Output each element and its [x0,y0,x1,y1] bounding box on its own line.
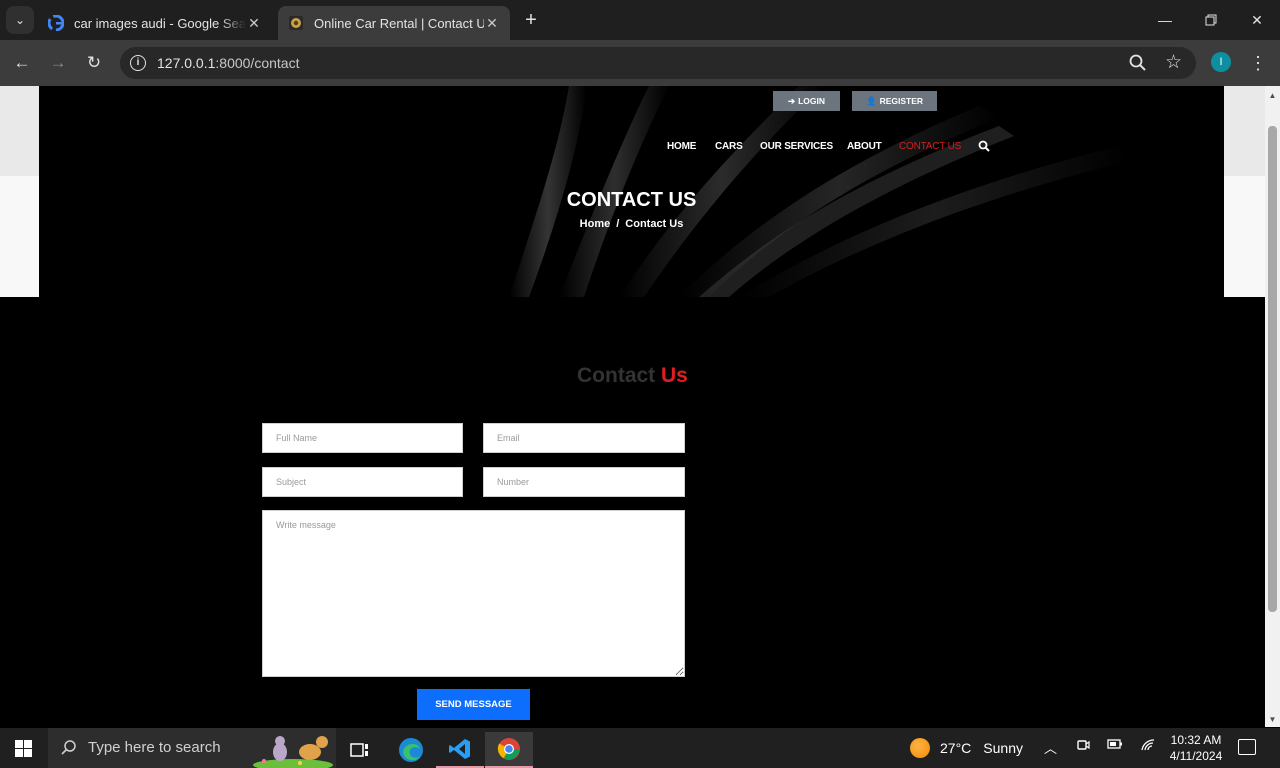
tab-contact-us[interactable]: Online Car Rental | Contact Us ✕ [278,6,510,40]
close-icon[interactable]: ✕ [484,15,500,32]
battery-icon[interactable] [1107,738,1123,753]
nav-contact-us[interactable]: CONTACT US [899,141,961,152]
weather-temperature: 27°C [940,740,972,756]
weather-widget[interactable]: 27°C Sunny [910,738,1023,758]
reload-button[interactable]: ↻ [80,49,108,77]
browser-toolbar: ← → ↻ i 127.0.0.1:8000/contact ☆ I ⋮ [0,40,1280,86]
subject-field[interactable] [262,467,463,497]
contact-section-title: Contact Us [577,364,688,388]
search-icon[interactable] [978,140,990,152]
vscode-icon[interactable] [436,732,484,768]
scroll-up-icon[interactable]: ▲ [1265,88,1280,103]
clock-time: 10:32 AM [1170,733,1222,747]
edge-browser-icon[interactable] [387,732,435,768]
title-word-contact: Contact [577,364,656,387]
url-text: 127.0.0.1:8000/contact [157,55,299,71]
login-button[interactable]: ➔ LOGIN [773,91,840,111]
bookmark-star-icon[interactable]: ☆ [1165,51,1182,74]
page-scrollbar[interactable]: ▲ ▼ [1265,86,1280,727]
google-icon [48,15,64,31]
search-highlight-art-icon [250,728,336,768]
address-bar[interactable]: i 127.0.0.1:8000/contact ☆ [120,47,1196,79]
site-info-icon[interactable]: i [130,55,146,71]
breadcrumb-separator: / [616,218,620,230]
hero-banner: ➔ LOGIN 👤 REGISTER HOME CARS OUR SERVICES … [39,86,1224,297]
browser-menu-icon[interactable]: ⋮ [1248,52,1268,74]
tab-search-button[interactable]: ⌄ [6,6,34,34]
register-button[interactable]: 👤 REGISTER [852,91,937,111]
task-view-icon[interactable] [336,732,384,768]
tab-title: car images audi - Google Search [74,15,246,31]
restore-button[interactable] [1188,0,1234,40]
taskbar-search-placeholder: Type here to search [88,739,221,756]
arrow-right-icon: → [49,53,67,72]
breadcrumb-current: Contact Us [625,218,684,230]
page-viewport: ➔ LOGIN 👤 REGISTER HOME CARS OUR SERVICES … [0,86,1265,727]
chevron-down-icon: ⌄ [14,13,26,27]
minimize-button[interactable]: — [1142,0,1188,40]
new-tab-button[interactable]: + [520,8,542,32]
login-label: LOGIN [798,96,826,106]
search-icon [61,740,76,755]
nav-cars[interactable]: CARS [715,141,743,152]
zoom-icon[interactable] [1128,53,1148,73]
clock-date: 4/11/2024 [1169,749,1223,763]
nav-about[interactable]: ABOUT [847,141,882,152]
chevron-up-icon[interactable]: ︿ [1044,738,1057,757]
browser-tab-bar: ⌄ car images audi - Google Search ✕ Onli… [0,0,1280,40]
profile-avatar[interactable]: I [1211,52,1231,72]
windows-start-icon[interactable] [15,740,32,757]
email-field[interactable] [483,423,685,453]
meet-now-icon[interactable] [1076,738,1090,755]
url-path: :8000/contact [215,55,300,71]
system-clock[interactable]: 10:32 AM 4/11/2024 [1166,732,1226,764]
tab-title: Online Car Rental | Contact Us [314,15,484,31]
sun-icon [910,738,930,758]
page-title: CONTACT US [566,189,697,211]
message-field[interactable] [262,510,685,677]
register-label: REGISTER [879,96,924,106]
reload-icon: ↻ [86,53,102,72]
forward-button[interactable]: → [44,49,72,77]
arrow-left-icon: ← [13,53,31,72]
full-name-field[interactable] [262,423,463,453]
notification-icon[interactable] [1238,739,1256,755]
wifi-icon[interactable] [1140,738,1156,755]
url-host: 127.0.0.1 [157,55,216,71]
scroll-down-icon[interactable]: ▼ [1265,712,1280,727]
tab-google-search[interactable]: car images audi - Google Search ✕ [38,6,272,40]
breadcrumb: Home / Contact Us [39,218,1224,230]
restore-icon [1205,14,1217,26]
back-button[interactable]: ← [8,49,36,77]
chrome-icon[interactable] [485,732,533,768]
number-field[interactable] [483,467,685,497]
send-message-button[interactable]: SEND MESSAGE [417,689,530,720]
title-word-us: Us [661,364,688,387]
close-window-button[interactable]: ✕ [1234,0,1280,40]
user-plus-icon: 👤 [865,95,877,106]
nav-home[interactable]: HOME [667,141,696,152]
site-logo-icon [288,15,304,31]
close-icon[interactable]: ✕ [246,15,262,32]
scrollbar-thumb[interactable] [1268,126,1277,612]
weather-condition: Sunny [983,740,1023,756]
sign-in-icon: ➔ [787,95,796,106]
breadcrumb-home[interactable]: Home [580,218,611,230]
nav-our-services[interactable]: OUR SERVICES [760,141,833,152]
windows-taskbar: Type here to search 27°C Sunny ︿ 10:32 A… [0,728,1280,768]
